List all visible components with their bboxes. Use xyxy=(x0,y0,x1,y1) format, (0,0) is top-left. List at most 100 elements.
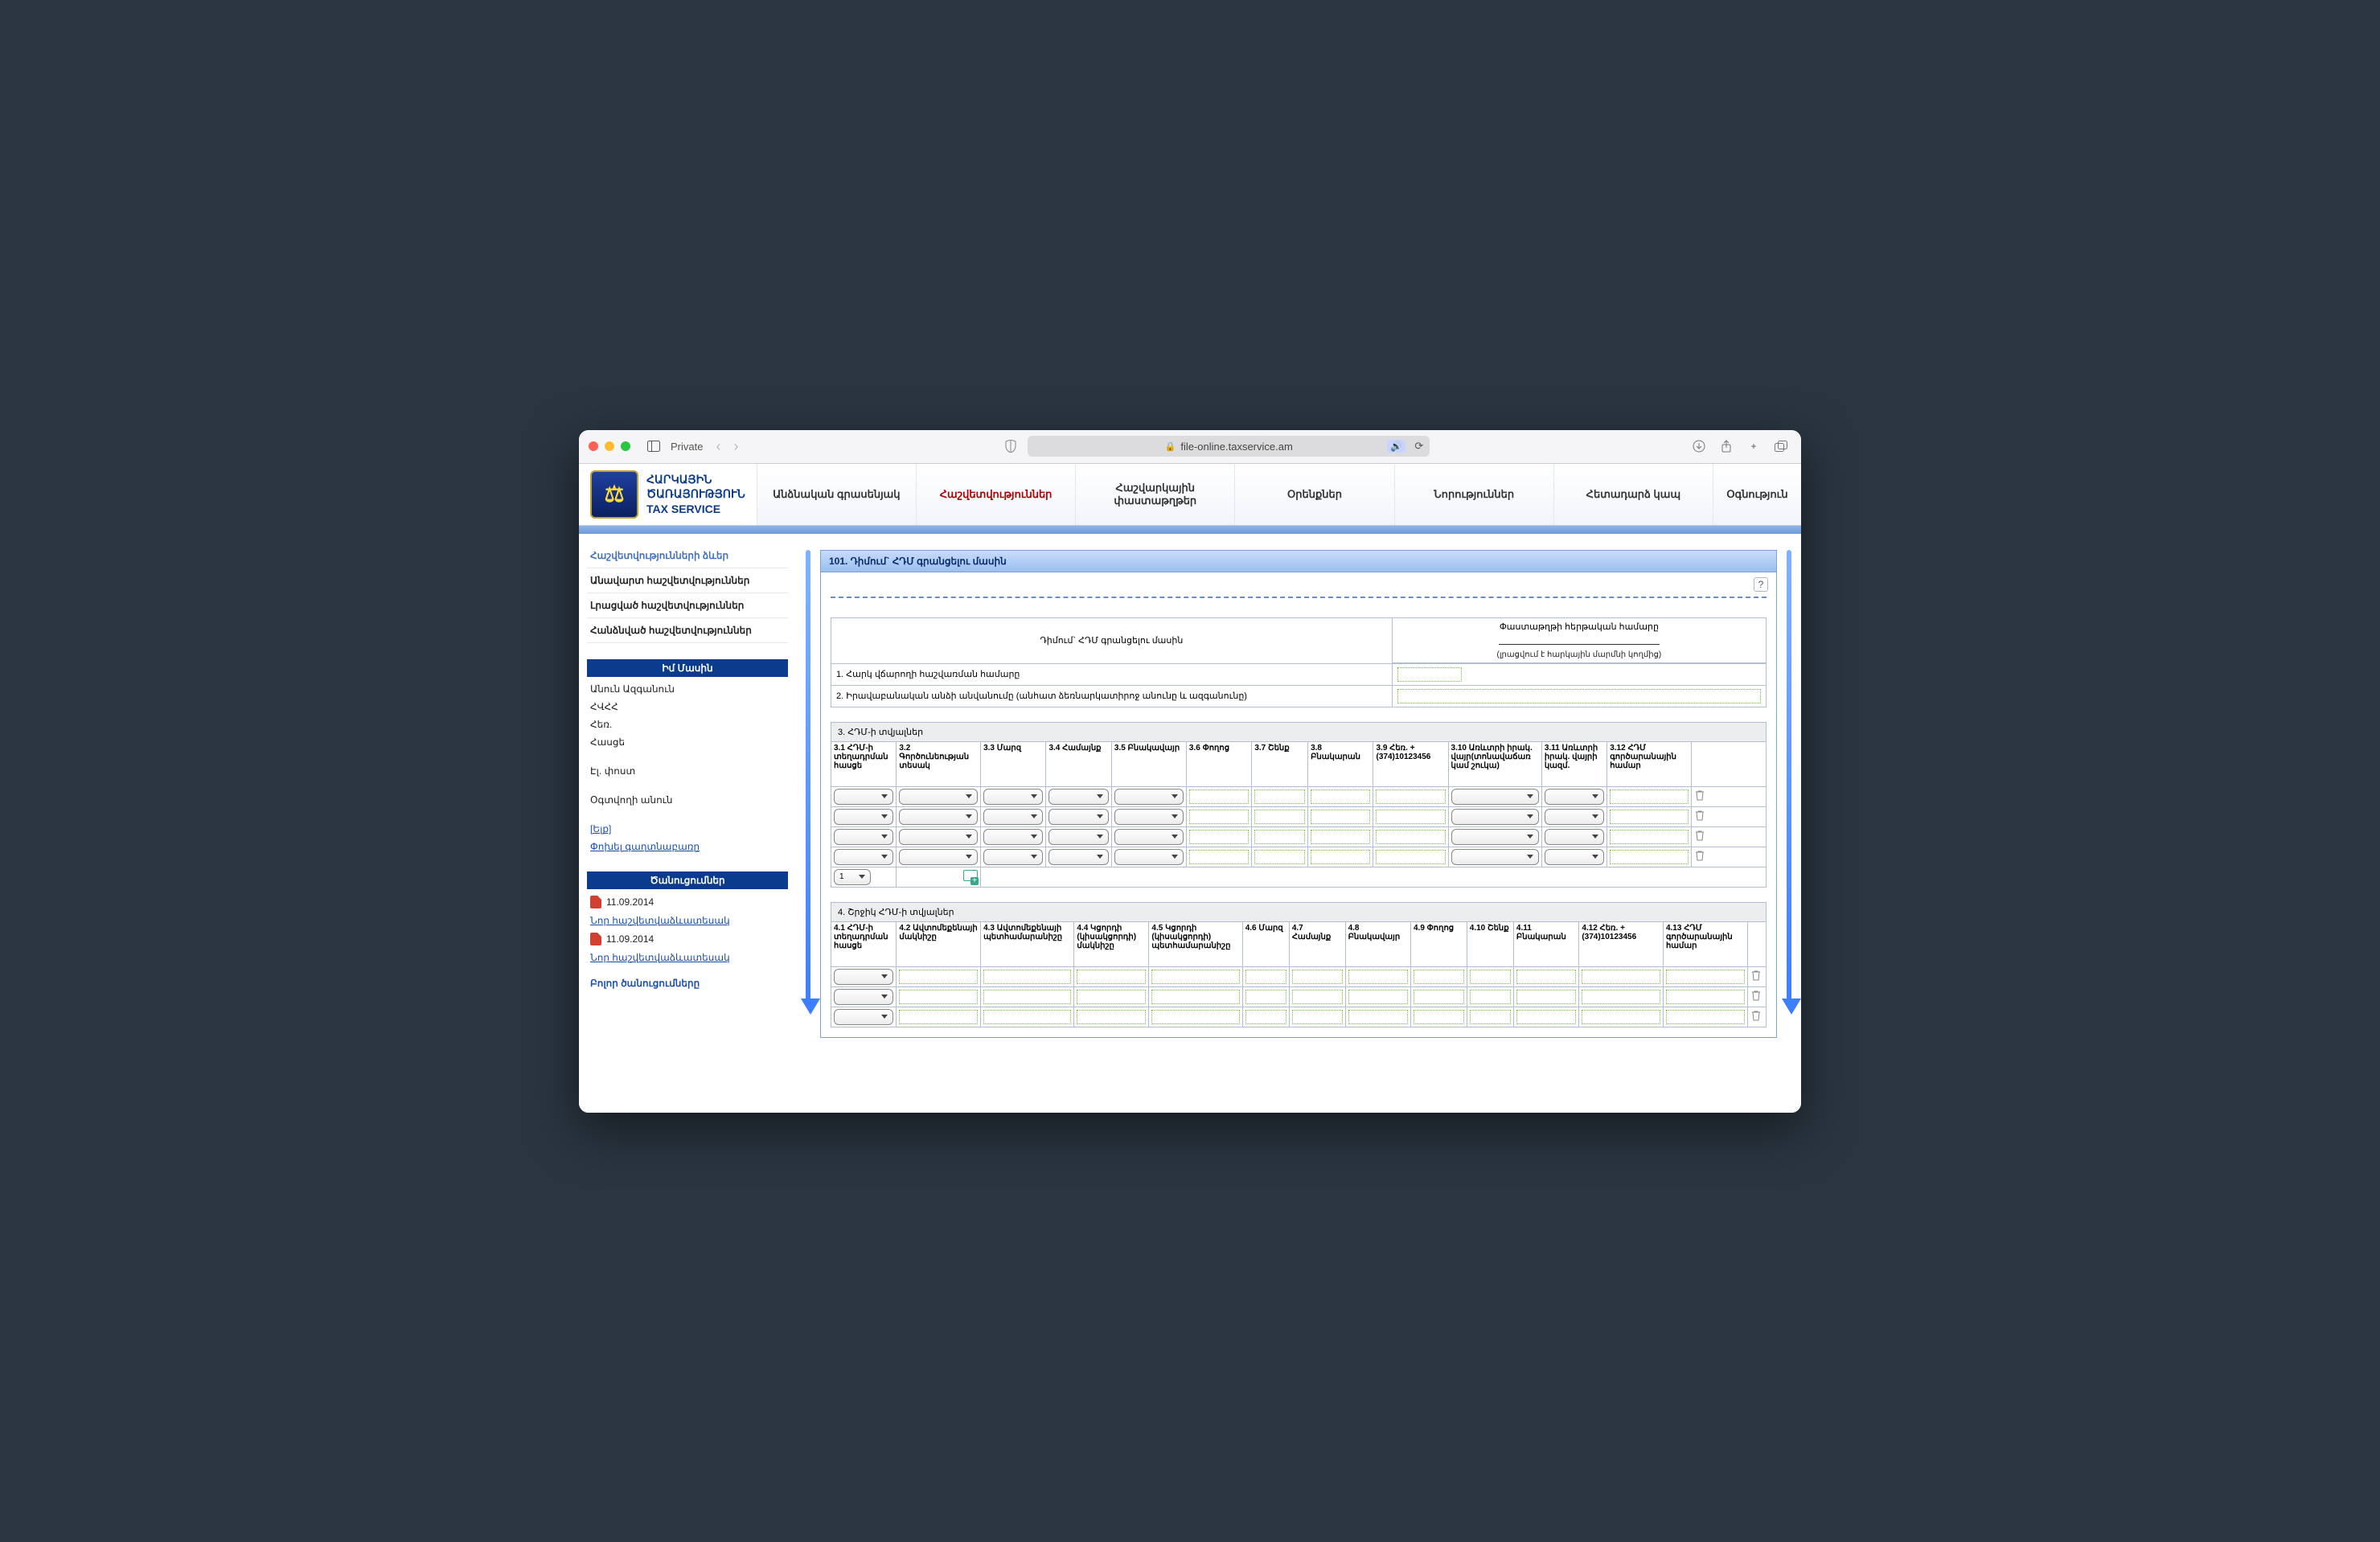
s3-r1-c4-select[interactable] xyxy=(1048,789,1108,805)
s4-r3-c11-input[interactable] xyxy=(1516,1010,1576,1024)
s4-r2-c9-input[interactable] xyxy=(1414,990,1464,1004)
s3-r1-c9-input[interactable] xyxy=(1376,789,1445,804)
nav-personal-office[interactable]: Անձնական գրասենյակ xyxy=(757,464,916,525)
s3-r3-c9-input[interactable] xyxy=(1376,830,1445,844)
delete-row-icon[interactable] xyxy=(1694,850,1705,861)
s3-r4-c6-input[interactable] xyxy=(1189,850,1249,864)
s3-r1-c2-select[interactable] xyxy=(899,789,978,805)
s4-r1-c9-input[interactable] xyxy=(1414,970,1464,984)
s4-r2-c1-select[interactable] xyxy=(834,989,893,1005)
s4-r2-c13-input[interactable] xyxy=(1666,990,1745,1004)
s3-r1-c12-input[interactable] xyxy=(1610,789,1689,804)
s3-r4-c7-input[interactable] xyxy=(1254,850,1305,864)
back-button[interactable]: ‹ xyxy=(712,438,724,455)
s4-r3-c4-input[interactable] xyxy=(1077,1010,1146,1024)
zoom-window-button[interactable] xyxy=(621,441,630,451)
s3-r3-c8-input[interactable] xyxy=(1311,830,1370,844)
sidebar-item-incomplete-reports[interactable]: Անավարտ հաշվետվություններ xyxy=(587,568,788,593)
s3-r1-c10-select[interactable] xyxy=(1451,789,1539,805)
tabs-overview-icon[interactable] xyxy=(1771,436,1791,457)
s3-r1-c3-select[interactable] xyxy=(983,789,1043,805)
row2-input[interactable] xyxy=(1397,689,1761,703)
sidebar-notice-0-link[interactable]: Նոր հաշվետվաձևատեսակ xyxy=(590,915,730,926)
s3-r3-c4-select[interactable] xyxy=(1048,829,1108,845)
downloads-icon[interactable] xyxy=(1689,436,1709,457)
s4-r3-c13-input[interactable] xyxy=(1666,1010,1745,1024)
s3-r3-c1-select[interactable] xyxy=(834,829,893,845)
s4-r1-c1-select[interactable] xyxy=(834,969,893,985)
s4-r3-c1-select[interactable] xyxy=(834,1009,893,1025)
s4-r3-c10-input[interactable] xyxy=(1470,1010,1511,1024)
s4-r1-c8-input[interactable] xyxy=(1348,970,1408,984)
nav-feedback[interactable]: Հետադարձ կապ xyxy=(1553,464,1713,525)
s4-r2-c5-input[interactable] xyxy=(1151,990,1239,1004)
s3-r2-c10-select[interactable] xyxy=(1451,809,1539,825)
s4-r1-c3-input[interactable] xyxy=(983,970,1071,984)
s4-r3-c2-input[interactable] xyxy=(899,1010,978,1024)
s4-r2-c2-input[interactable] xyxy=(899,990,978,1004)
row1-input[interactable] xyxy=(1397,667,1462,682)
s4-r3-c7-input[interactable] xyxy=(1292,1010,1343,1024)
s4-r3-c3-input[interactable] xyxy=(983,1010,1071,1024)
s3-r2-c4-select[interactable] xyxy=(1048,809,1108,825)
s3-r2-c6-input[interactable] xyxy=(1189,810,1249,824)
s4-r1-c11-input[interactable] xyxy=(1516,970,1576,984)
s3-r4-c5-select[interactable] xyxy=(1114,849,1184,865)
close-window-button[interactable] xyxy=(589,441,598,451)
s3-r2-c12-input[interactable] xyxy=(1610,810,1689,824)
s4-r1-c10-input[interactable] xyxy=(1470,970,1511,984)
s4-r1-c13-input[interactable] xyxy=(1666,970,1745,984)
s4-r3-c8-input[interactable] xyxy=(1348,1010,1408,1024)
s3-r3-c5-select[interactable] xyxy=(1114,829,1184,845)
s3-r3-c12-input[interactable] xyxy=(1610,830,1689,844)
s4-r2-c7-input[interactable] xyxy=(1292,990,1343,1004)
sound-indicator-icon[interactable]: 🔊 xyxy=(1387,440,1405,453)
s3-r4-c2-select[interactable] xyxy=(899,849,978,865)
s3-r2-c11-select[interactable] xyxy=(1545,809,1604,825)
s3-r1-c5-select[interactable] xyxy=(1114,789,1184,805)
s3-r4-c3-select[interactable] xyxy=(983,849,1043,865)
s3-r1-c7-input[interactable] xyxy=(1254,789,1305,804)
s3-r3-c6-input[interactable] xyxy=(1189,830,1249,844)
delete-row-icon[interactable] xyxy=(1750,990,1762,1001)
s4-r1-c6-input[interactable] xyxy=(1245,970,1286,984)
nav-laws[interactable]: Օրենքներ xyxy=(1234,464,1393,525)
s4-r2-c11-input[interactable] xyxy=(1516,990,1576,1004)
nav-news[interactable]: Նորություններ xyxy=(1394,464,1553,525)
s4-r2-c3-input[interactable] xyxy=(983,990,1071,1004)
s3-r4-c10-select[interactable] xyxy=(1451,849,1539,865)
section3-pager-select[interactable]: 1 xyxy=(834,869,871,885)
nav-reports[interactable]: Հաշվետվություններ xyxy=(916,464,1075,525)
sidebar-item-submitted-reports[interactable]: Հանձնված հաշվետվություններ xyxy=(587,618,788,643)
s4-r1-c12-input[interactable] xyxy=(1582,970,1660,984)
s3-r4-c9-input[interactable] xyxy=(1376,850,1445,864)
s3-r2-c3-select[interactable] xyxy=(983,809,1043,825)
s4-r1-c7-input[interactable] xyxy=(1292,970,1343,984)
sidebar-notice-1-link[interactable]: Նոր հաշվետվաձևատեսակ xyxy=(590,952,730,963)
s3-r2-c7-input[interactable] xyxy=(1254,810,1305,824)
sidebar-item-report-forms[interactable]: Հաշվետվությունների ձևեր xyxy=(587,543,788,568)
s3-r2-c8-input[interactable] xyxy=(1311,810,1370,824)
s3-r2-c2-select[interactable] xyxy=(899,809,978,825)
s3-r1-c6-input[interactable] xyxy=(1189,789,1249,804)
add-row-icon[interactable] xyxy=(963,870,978,881)
s3-r4-c1-select[interactable] xyxy=(834,849,893,865)
s3-r2-c5-select[interactable] xyxy=(1114,809,1184,825)
s3-r1-c8-input[interactable] xyxy=(1311,789,1370,804)
s3-r4-c4-select[interactable] xyxy=(1048,849,1108,865)
s4-r1-c4-input[interactable] xyxy=(1077,970,1146,984)
sidebar-exit-link[interactable]: [Ելք] xyxy=(590,823,611,835)
sidebar-all-notices-link[interactable]: Բոլոր ծանուցումները xyxy=(590,978,700,989)
s4-r2-c6-input[interactable] xyxy=(1245,990,1286,1004)
refresh-icon[interactable]: ⟳ xyxy=(1414,440,1423,453)
s3-r3-c7-input[interactable] xyxy=(1254,830,1305,844)
sidebar-toggle-icon[interactable] xyxy=(643,436,664,457)
s4-r2-c12-input[interactable] xyxy=(1582,990,1660,1004)
s4-r2-c4-input[interactable] xyxy=(1077,990,1146,1004)
s4-r3-c6-input[interactable] xyxy=(1245,1010,1286,1024)
nav-calc-documents[interactable]: Հաշվարկային փաստաթղթեր xyxy=(1075,464,1234,525)
new-tab-icon[interactable]: + xyxy=(1743,436,1764,457)
s3-r3-c2-select[interactable] xyxy=(899,829,978,845)
share-icon[interactable] xyxy=(1716,436,1737,457)
sidebar-item-filled-reports[interactable]: Լրացված հաշվետվություններ xyxy=(587,593,788,618)
